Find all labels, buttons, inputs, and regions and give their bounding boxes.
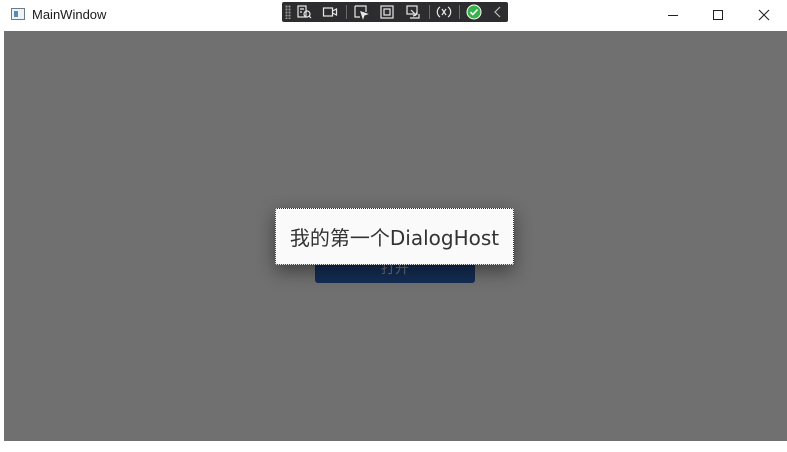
binding-check-icon[interactable] [464,3,484,21]
window-content: 打开 我的第一个DialogHost [4,31,787,441]
window-app-icon[interactable] [11,8,25,20]
hot-reload-icon[interactable] [434,3,454,21]
maximize-button[interactable] [695,0,741,30]
toolbar-separator [459,5,460,19]
grip-handle[interactable] [285,5,291,19]
close-icon [758,9,770,21]
track-focus-icon[interactable] [403,3,423,21]
select-element-icon[interactable] [351,3,371,21]
display-layout-adorners-icon[interactable] [377,3,397,21]
title-bar: MainWindow [0,0,787,31]
video-camera-icon[interactable] [320,3,340,21]
window-title: MainWindow [32,7,107,22]
dialog-host-card: 我的第一个DialogHost [275,208,514,265]
toolbar-separator [346,5,347,19]
live-visual-tree-icon[interactable] [294,3,314,21]
collapse-chevron-icon[interactable] [488,3,508,21]
close-button[interactable] [741,0,787,30]
minimize-icon [668,15,678,16]
dialog-message: 我的第一个DialogHost [289,226,500,250]
minimize-button[interactable] [650,0,696,30]
toolbar-separator [429,5,430,19]
xaml-debug-toolbar [282,2,508,22]
maximize-icon [713,10,723,20]
